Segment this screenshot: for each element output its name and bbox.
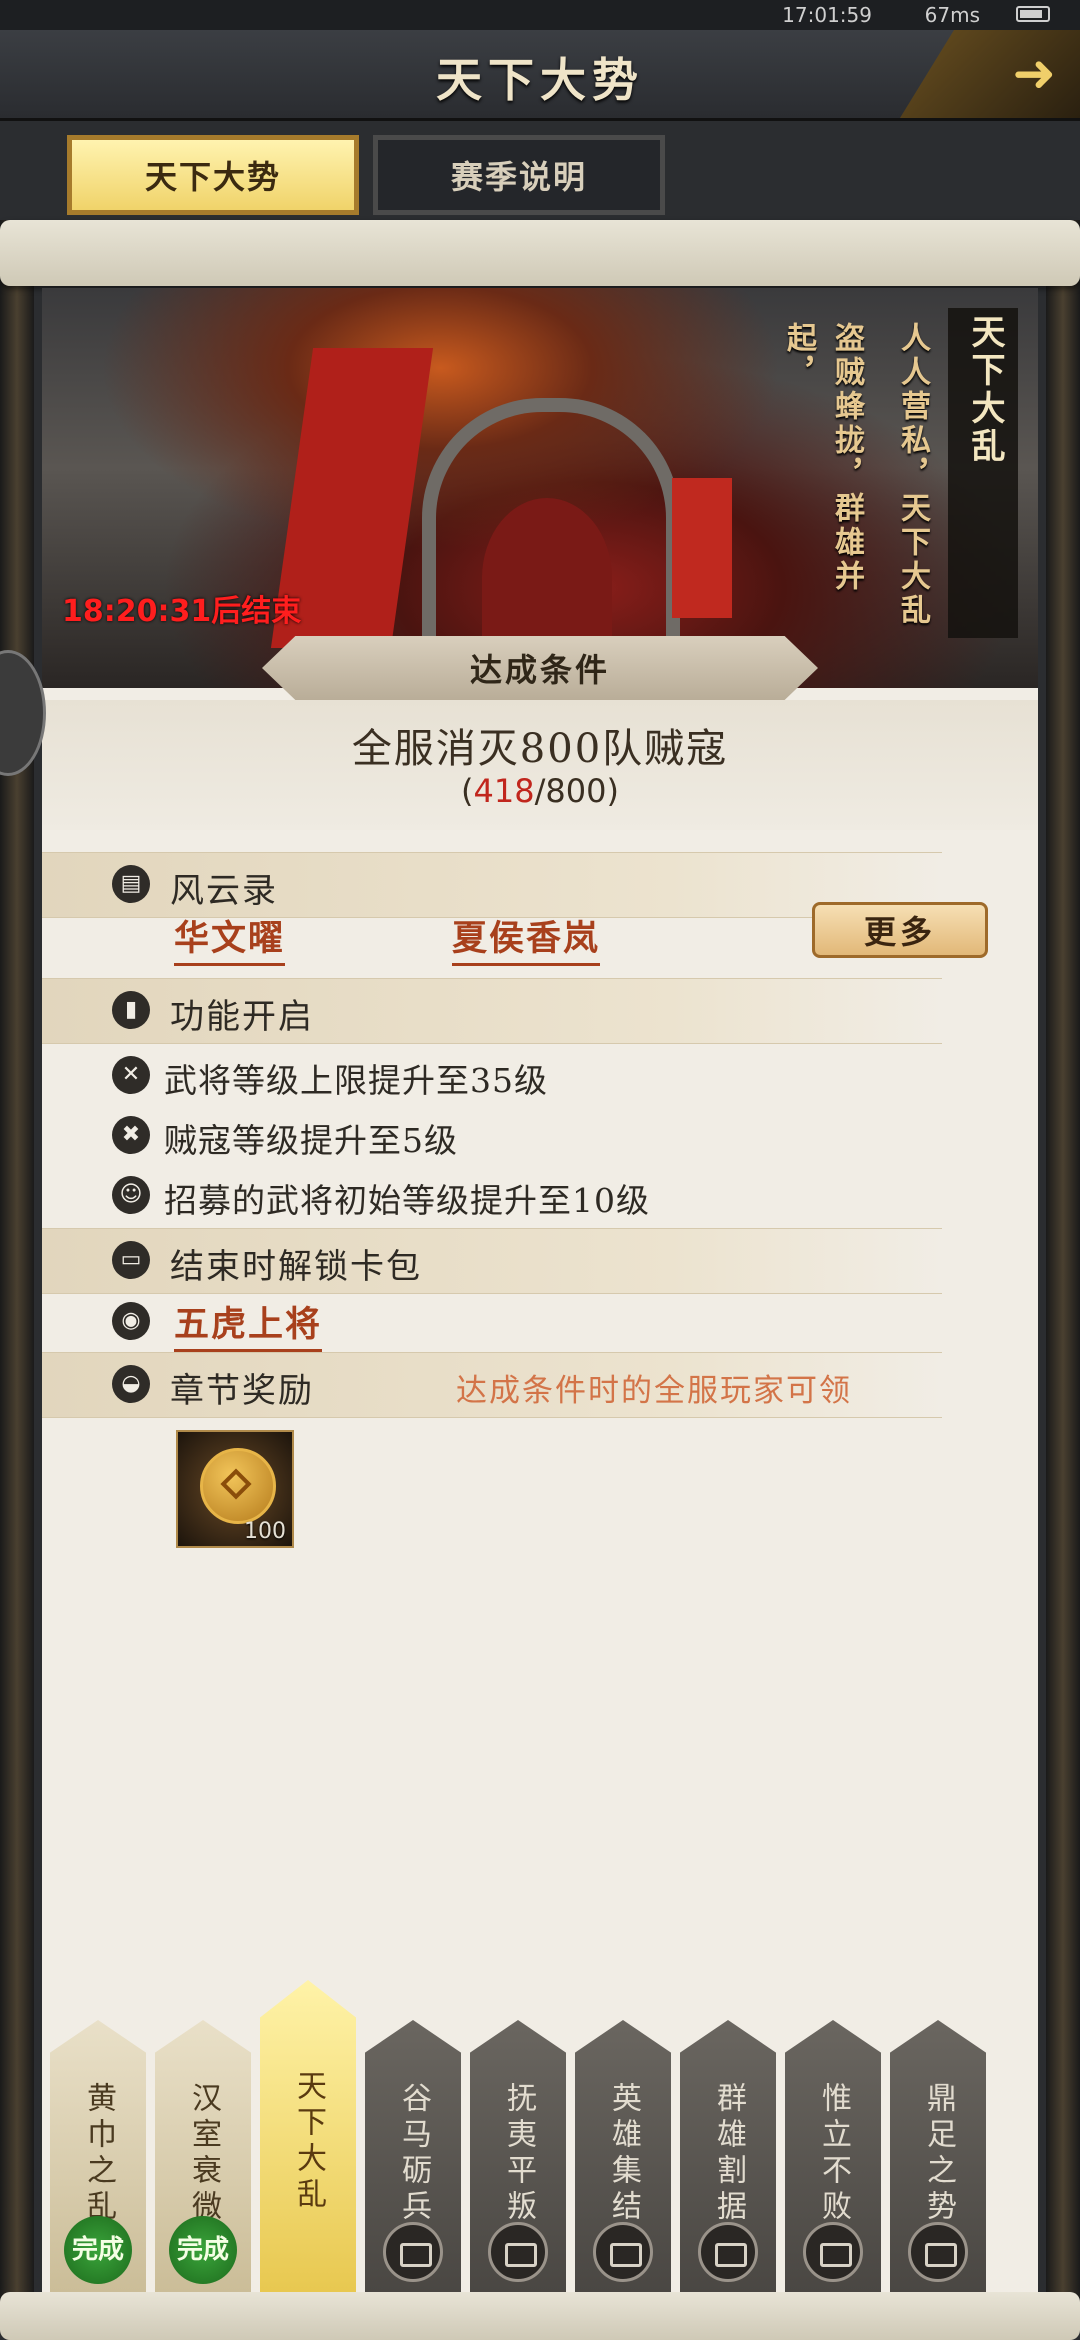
chapter-banner: 天下大乱 人人营私，天下大乱 盗贼蜂拢，群雄并 起， 18:20:31后结束	[42, 288, 1038, 688]
bandit-icon: ✖	[112, 1116, 150, 1154]
chapter-name: 汉室衰微	[186, 2082, 221, 2226]
goal-progress: (418/800)	[42, 772, 1038, 810]
goal-text: 全服消灭800队贼寇	[351, 726, 729, 772]
countdown-timer: 18:20:31后结束	[62, 594, 302, 629]
status-network: 67ms	[924, 3, 980, 27]
reward-item-coin[interactable]: 100	[176, 1430, 294, 1548]
goal-panel: 全服消灭800队贼寇 (418/800)	[42, 700, 1038, 830]
unlock-item: ◉ 五虎上将	[42, 1292, 1038, 1352]
feature-item: ✕ 武将等级上限提升至35级	[42, 1046, 1038, 1104]
chapter-tab[interactable]: 谷马砺兵	[365, 2020, 461, 2292]
chapter-name: 鼎足之势	[921, 2082, 956, 2226]
chapter-name: 天下大乱	[291, 2070, 326, 2214]
feature-text: 招募的武将初始等级提升至10级	[164, 1181, 650, 1220]
progress-current: 418	[473, 772, 535, 810]
chapter-poem-line: 起，	[781, 322, 816, 390]
completed-badge: 完成	[169, 2216, 237, 2284]
scroll-book-icon: ▤	[112, 865, 150, 903]
locked-chest-icon	[803, 2222, 863, 2282]
reward-note: 达成条件时的全服玩家可领	[456, 1373, 852, 1409]
chapter-poem-line: 人人营私，天下大乱	[895, 322, 930, 628]
reward-bowl-icon: ◒	[112, 1365, 150, 1403]
status-bar: 17:01:59 67ms	[0, 0, 1080, 30]
tab-tianxia-dashi[interactable]: 天下大势	[67, 135, 359, 215]
chapter-tab[interactable]: 黄巾之乱 完成	[50, 2020, 146, 2292]
recruit-icon: ☺	[112, 1176, 150, 1214]
progress-total: 800	[545, 772, 607, 810]
feature-item: ☺ 招募的武将初始等级提升至10级	[42, 1166, 1038, 1224]
status-time: 17:01:59	[782, 3, 872, 27]
arrow-right-icon: ➜	[1012, 44, 1056, 104]
hero-link[interactable]: 华文曜	[174, 910, 286, 966]
chapter-tab[interactable]: 群雄割据	[680, 2020, 776, 2292]
scroll-roll-bottom	[0, 2292, 1080, 2340]
section-label: 结束时解锁卡包	[170, 1247, 422, 1287]
chapter-name: 黄巾之乱	[81, 2082, 116, 2226]
chapter-name: 群雄割据	[711, 2082, 746, 2226]
banner-general	[482, 498, 612, 658]
locked-chest-icon	[488, 2222, 548, 2282]
chapter-name: 惟立不败	[816, 2082, 851, 2226]
locked-chest-icon	[698, 2222, 758, 2282]
locked-chest-icon	[383, 2222, 443, 2282]
feature-text: 武将等级上限提升至35级	[164, 1061, 548, 1100]
card-pack-icon: ▭	[112, 1241, 150, 1279]
section-label: 功能开启	[170, 997, 314, 1037]
section-unlock: ▭ 结束时解锁卡包	[42, 1228, 942, 1294]
chapter-poem-line: 盗贼蜂拢，群雄并	[829, 322, 864, 594]
chapter-name: 英雄集结	[606, 2082, 641, 2226]
scroll-roll-top	[0, 220, 1080, 286]
side-drawer-handle[interactable]	[0, 650, 46, 776]
section-label: 章节奖励	[170, 1371, 314, 1411]
card-pack-link[interactable]: 五虎上将	[174, 1296, 323, 1352]
chapter-name: 谷马砺兵	[396, 2082, 431, 2226]
chapter-tab[interactable]: 抚夷平叛	[470, 2020, 566, 2292]
chapter-name: 抚夷平叛	[501, 2082, 536, 2226]
crossed-swords-icon: ✕	[112, 1056, 150, 1094]
tiger-emblem-icon: ◉	[112, 1302, 150, 1340]
completed-badge: 完成	[64, 2216, 132, 2284]
scroll-icon: ▮	[112, 991, 150, 1029]
battery-icon	[1016, 6, 1050, 22]
chapter-tab[interactable]: 汉室衰微 完成	[155, 2020, 251, 2292]
more-button[interactable]: 更多	[812, 902, 988, 958]
top-header: 天下大势 ➜	[0, 30, 1080, 121]
section-label: 风云录	[170, 871, 278, 911]
section-features: ▮ 功能开启	[42, 978, 942, 1044]
progress-close: )	[606, 772, 619, 810]
chapter-tab[interactable]: 惟立不败	[785, 2020, 881, 2292]
chapter-tab[interactable]: 英雄集结	[575, 2020, 671, 2292]
hero-link[interactable]: 夏侯香岚	[452, 910, 601, 966]
section-reward: ◒ 章节奖励 达成条件时的全服玩家可领	[42, 1352, 942, 1418]
chapter-title: 天下大乱	[965, 314, 1005, 466]
progress-separator: /	[534, 772, 546, 810]
feature-item: ✖ 贼寇等级提升至5级	[42, 1106, 1038, 1164]
locked-chest-icon	[593, 2222, 653, 2282]
feature-text: 贼寇等级提升至5级	[164, 1121, 458, 1160]
chapter-tab-current[interactable]: 天下大乱	[260, 1980, 356, 2292]
tab-season-info[interactable]: 赛季说明	[373, 135, 665, 215]
progress-open: (	[461, 772, 474, 810]
banner-flag	[672, 478, 732, 618]
condition-plaque: 达成条件	[262, 636, 818, 700]
chapter-selector: 黄巾之乱 完成 汉室衰微 完成 天下大乱 谷马砺兵 抚夷平叛 英雄集结 群雄割据…	[0, 1980, 1080, 2292]
section-fengyun: ▤ 风云录	[42, 852, 942, 918]
reward-quantity: 100	[244, 1519, 286, 1544]
chapter-tab[interactable]: 鼎足之势	[890, 2020, 986, 2292]
locked-chest-icon	[908, 2222, 968, 2282]
copper-coin-icon	[200, 1448, 276, 1524]
